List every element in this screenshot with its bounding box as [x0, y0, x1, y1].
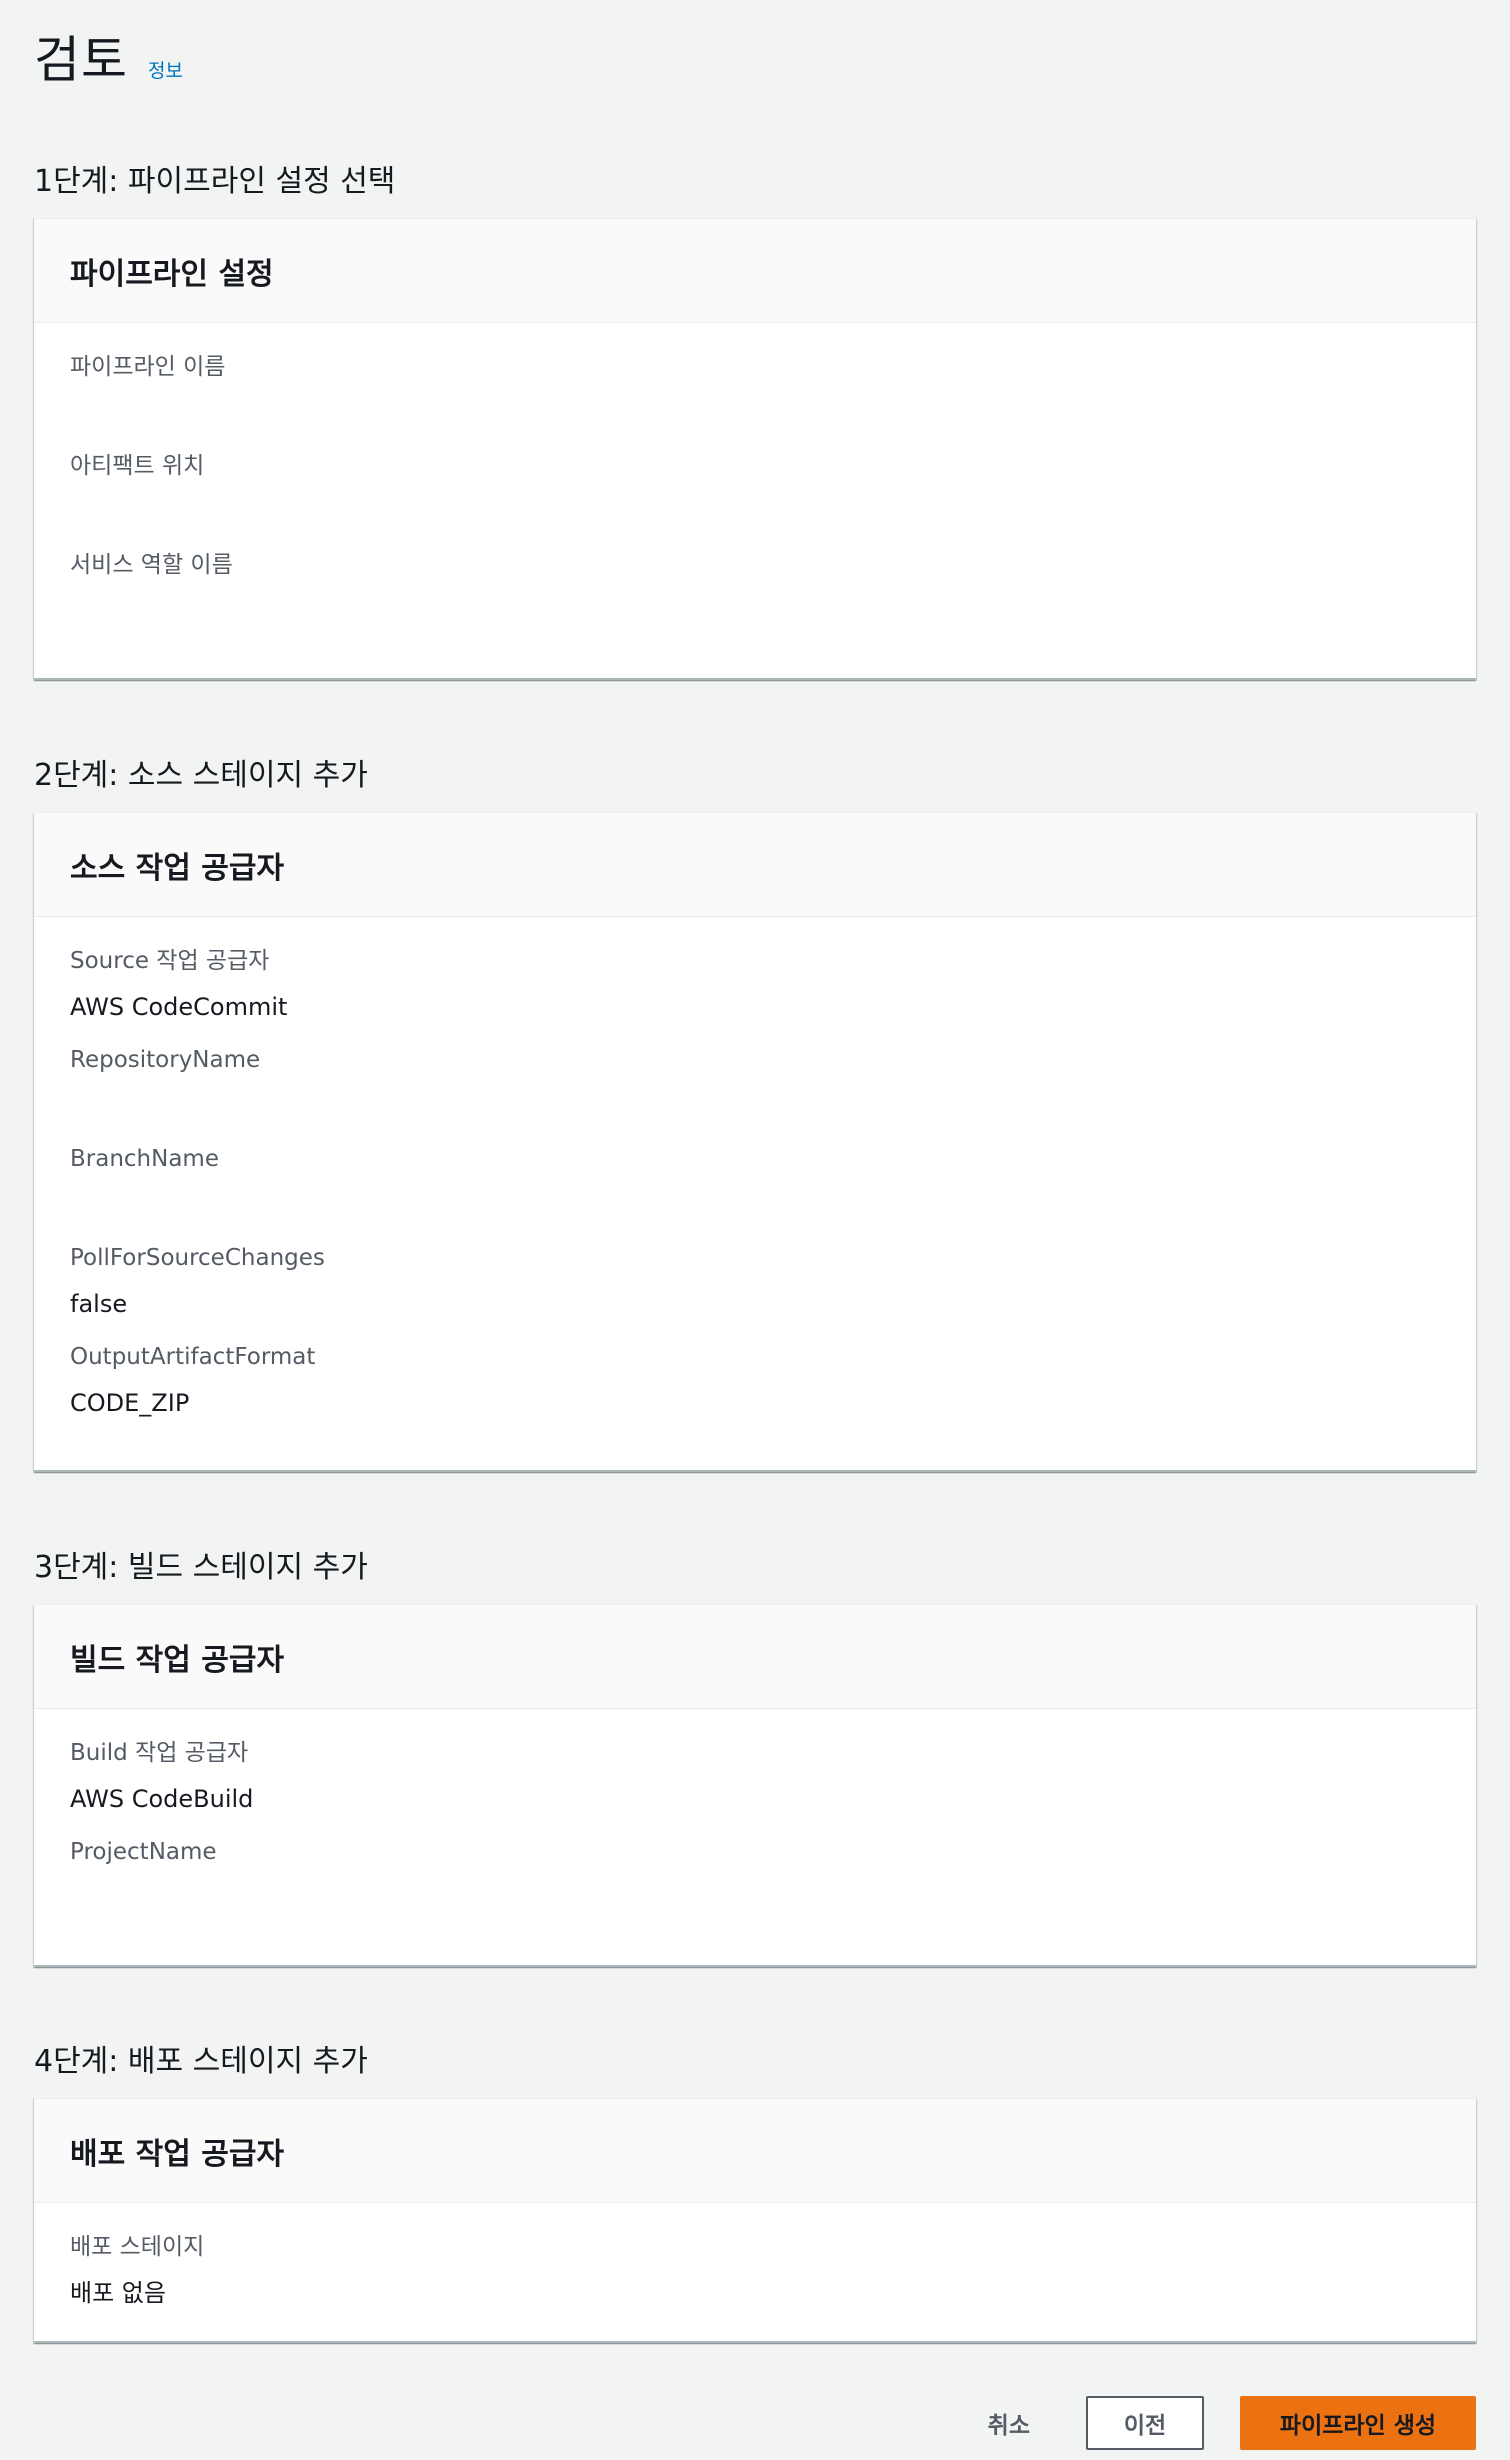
- key-value-pair: ProjectName: [70, 1836, 1440, 1935]
- field-label: 아티팩트 위치: [70, 453, 205, 479]
- key-value-pair: 서비스 역할 이름: [70, 549, 1440, 648]
- field-label: RepositoryName: [70, 1047, 261, 1073]
- step-2-section: 2단계: 소스 스테이지 추가 소스 작업 공급자 Source 작업 공급자 …: [34, 754, 1476, 1472]
- key-value-pair: PollForSourceChanges false: [70, 1242, 1440, 1341]
- step-3-title: 3단계: 빌드 스테이지 추가: [34, 1550, 368, 1585]
- step-4-title: 4단계: 배포 스테이지 추가: [34, 2044, 368, 2079]
- field-label: BranchName: [70, 1146, 219, 1172]
- field-value: [70, 1188, 1440, 1222]
- panel-title: 파이프라인 설정: [70, 256, 274, 292]
- field-label: Source 작업 공급자: [70, 948, 270, 974]
- review-page: 검토 정보 1단계: 파이프라인 설정 선택 파이프라인 설정 파이프라인 이름…: [34, 0, 1476, 2450]
- panel-body: Build 작업 공급자 AWS CodeBuild ProjectName: [34, 1709, 1476, 1965]
- field-label: Build 작업 공급자: [70, 1740, 249, 1766]
- field-value: false: [70, 1290, 128, 1318]
- key-value-pair: 아티팩트 위치: [70, 450, 1440, 549]
- field-label: ProjectName: [70, 1839, 217, 1865]
- panel-header: 빌드 작업 공급자: [34, 1605, 1476, 1709]
- field-value: 배포 없음: [70, 2279, 166, 2307]
- field-value: [70, 1089, 1440, 1123]
- field-label: 파이프라인 이름: [70, 354, 226, 380]
- key-value-pair: Build 작업 공급자 AWS CodeBuild: [70, 1737, 1440, 1836]
- panel-header: 소스 작업 공급자: [34, 813, 1476, 917]
- page-title: 검토: [34, 31, 128, 89]
- field-value: [70, 396, 1440, 430]
- field-value: [70, 594, 1440, 628]
- panel-title: 소스 작업 공급자: [70, 850, 285, 886]
- field-label: PollForSourceChanges: [70, 1245, 325, 1271]
- step-4-section: 4단계: 배포 스테이지 추가 배포 작업 공급자 배포 스테이지 배포 없음: [34, 2040, 1476, 2343]
- key-value-pair: 파이프라인 이름: [70, 351, 1440, 450]
- field-label: 배포 스테이지: [70, 2234, 205, 2260]
- previous-button[interactable]: 이전: [1086, 2396, 1204, 2450]
- field-label: 서비스 역할 이름: [70, 552, 233, 578]
- page-header: 검토 정보: [34, 0, 1476, 118]
- panel-body: 배포 스테이지 배포 없음: [34, 2203, 1476, 2341]
- key-value-pair: OutputArtifactFormat CODE_ZIP: [70, 1341, 1440, 1440]
- create-pipeline-button[interactable]: 파이프라인 생성: [1240, 2396, 1476, 2450]
- field-value: [70, 1881, 1440, 1915]
- step-3-section: 3단계: 빌드 스테이지 추가 빌드 작업 공급자 Build 작업 공급자 A…: [34, 1546, 1476, 1967]
- field-value: CODE_ZIP: [70, 1389, 190, 1417]
- panel-body: Source 작업 공급자 AWS CodeCommit RepositoryN…: [34, 917, 1476, 1470]
- panel-body: 파이프라인 이름 아티팩트 위치 서비스 역할 이름: [34, 323, 1476, 678]
- panel-title: 배포 작업 공급자: [70, 2136, 285, 2172]
- build-provider-panel: 빌드 작업 공급자 Build 작업 공급자 AWS CodeBuild Pro…: [34, 1604, 1476, 1967]
- step-1-section: 1단계: 파이프라인 설정 선택 파이프라인 설정 파이프라인 이름 아티팩트 …: [34, 160, 1476, 680]
- field-value: AWS CodeBuild: [70, 1785, 254, 1813]
- key-value-pair: RepositoryName: [70, 1044, 1440, 1143]
- key-value-pair: BranchName: [70, 1143, 1440, 1242]
- deploy-provider-panel: 배포 작업 공급자 배포 스테이지 배포 없음: [34, 2098, 1476, 2343]
- panel-title: 빌드 작업 공급자: [70, 1642, 285, 1678]
- key-value-pair: Source 작업 공급자 AWS CodeCommit: [70, 945, 1440, 1044]
- wizard-actions: 취소 이전 파이프라인 생성: [968, 2396, 1476, 2450]
- cancel-button[interactable]: 취소: [968, 2396, 1050, 2450]
- panel-header: 배포 작업 공급자: [34, 2099, 1476, 2203]
- pipeline-settings-panel: 파이프라인 설정 파이프라인 이름 아티팩트 위치 서비스 역할 이름: [34, 218, 1476, 680]
- field-label: OutputArtifactFormat: [70, 1344, 316, 1370]
- field-value: [70, 495, 1440, 529]
- step-2-title: 2단계: 소스 스테이지 추가: [34, 758, 368, 793]
- step-1-title: 1단계: 파이프라인 설정 선택: [34, 164, 396, 199]
- key-value-pair: 배포 스테이지 배포 없음: [70, 2231, 1440, 2311]
- field-value: AWS CodeCommit: [70, 993, 288, 1021]
- panel-header: 파이프라인 설정: [34, 219, 1476, 323]
- info-link[interactable]: 정보: [148, 56, 183, 83]
- source-provider-panel: 소스 작업 공급자 Source 작업 공급자 AWS CodeCommit R…: [34, 812, 1476, 1472]
